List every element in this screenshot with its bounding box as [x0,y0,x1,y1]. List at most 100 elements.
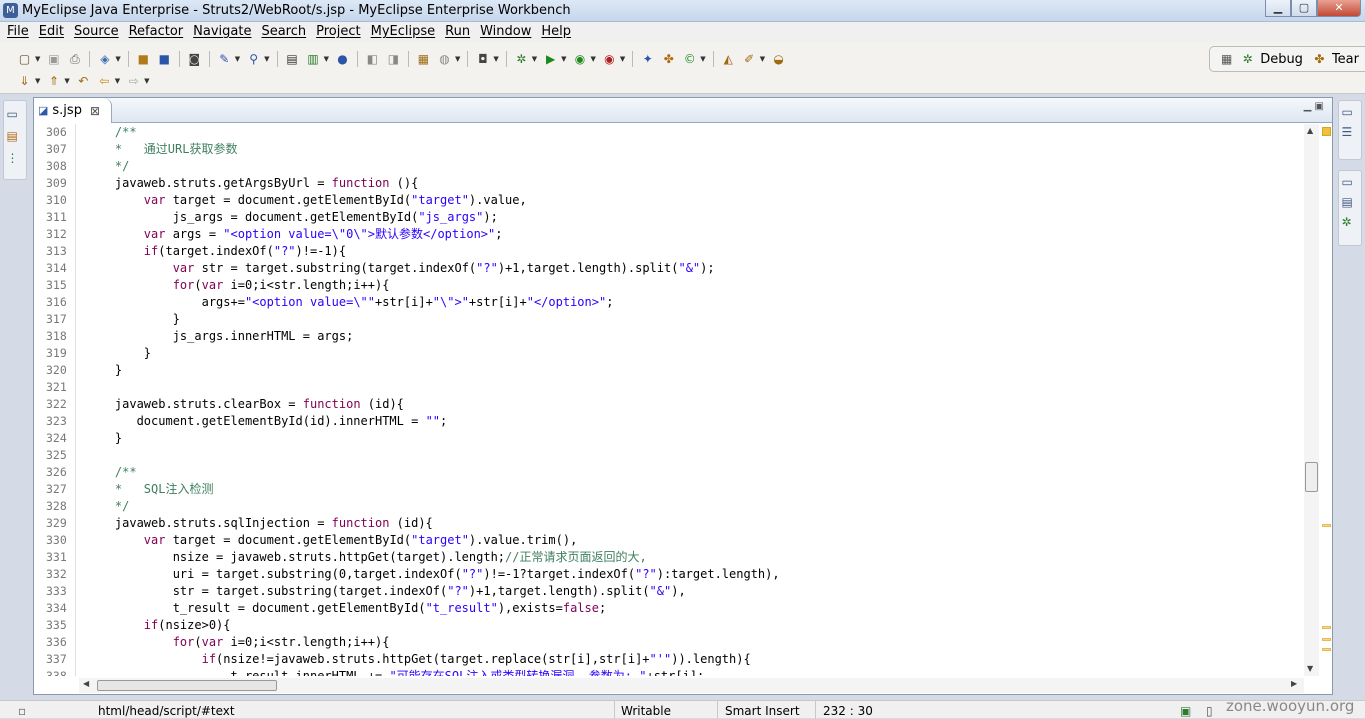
code-token: "?" [447,584,469,598]
menu-edit[interactable]: Edit [34,22,69,42]
menu-myeclipse[interactable]: MyEclipse [366,22,441,42]
globe-dropdown-icon[interactable]: ▼ [455,55,460,63]
new-wizard-icon[interactable]: ◈ [96,51,113,67]
open-perspective-icon[interactable]: ▦ [1218,51,1235,67]
progress-icon[interactable]: ▣ [1180,704,1191,718]
toolbar-separator [276,51,278,67]
package-icon[interactable]: ■ [135,51,152,67]
database-icon[interactable]: ▤ [284,51,301,67]
occurrence-marker[interactable] [1322,524,1331,527]
overview-summary-marker[interactable] [1322,127,1331,136]
menu-help[interactable]: Help [536,22,576,42]
maximize-view-icon[interactable]: ▣ [1315,101,1324,112]
overview-ruler[interactable] [1320,124,1332,676]
scroll-right-icon[interactable]: ▶ [1291,679,1297,688]
outline-icon[interactable]: ☰ [1342,125,1359,141]
menu-navigate[interactable]: Navigate [188,22,256,42]
run-last-dropdown-icon[interactable]: ▼ [591,55,596,63]
open-task-dropdown-icon[interactable]: ▼ [760,55,765,63]
open-type-icon[interactable]: ◭ [720,51,737,67]
run-dropdown-icon[interactable]: ▼ [561,55,566,63]
report-icon[interactable]: ◨ [385,51,402,67]
menu-source[interactable]: Source [69,22,124,42]
prev-annotation-dropdown-icon[interactable]: ▼ [64,77,69,85]
run-server-dropdown-icon[interactable]: ▼ [235,55,240,63]
occurrence-marker[interactable] [1322,648,1331,651]
code-editor[interactable]: 306 /** 307 * 通过URL获取参数 308 */309 javaweb.… [34,124,1304,676]
next-annotation-icon[interactable]: ⇓ [16,73,33,89]
back-icon[interactable]: ⇦ [96,73,113,89]
new-java-project-icon[interactable]: ✦ [639,51,656,67]
debug-dropdown-icon[interactable]: ▼ [532,55,537,63]
occurrence-marker[interactable] [1322,626,1331,629]
team-perspective-label[interactable]: Tear [1332,52,1359,67]
web-browser-icon[interactable]: ● [334,51,351,67]
debug-perspective-label[interactable]: Debug [1260,52,1303,67]
menu-file[interactable]: File [2,22,34,42]
run-server-icon[interactable]: ✎ [216,51,233,67]
restore-icon[interactable]: ▭ [7,107,24,123]
deploy-icon[interactable]: ■ [156,51,173,67]
menu-project[interactable]: Project [311,22,365,42]
horizontal-scroll-thumb[interactable] [97,680,277,691]
save-icon[interactable]: ▣ [45,51,62,67]
fast-view-icon[interactable]: ▫ [18,704,26,718]
minimize-button[interactable]: ▁ [1265,0,1291,17]
close-tab-icon[interactable]: ⊠ [90,104,100,118]
open-folder-icon[interactable]: ◒ [770,51,787,67]
package-explorer-icon[interactable]: ▤ [7,129,24,145]
last-edit-icon[interactable]: ↶ [75,73,92,89]
external-tools-icon[interactable]: ◉ [601,51,618,67]
vertical-scrollbar[interactable]: ▲ ▼ [1304,124,1319,676]
horizontal-scrollbar[interactable]: ◀ ▶ [79,678,1304,693]
scroll-left-icon[interactable]: ◀ [83,679,89,688]
db-explorer-dropdown-icon[interactable]: ▼ [324,55,329,63]
vertical-scroll-thumb[interactable] [1305,462,1318,492]
camera-dropdown-icon[interactable]: ▼ [493,55,498,63]
menu-window[interactable]: Window [475,22,536,42]
menu-refactor[interactable]: Refactor [124,22,189,42]
close-button[interactable]: ✕ [1317,0,1361,17]
new-class-icon[interactable]: © [681,51,698,67]
camera-icon[interactable]: ◘ [474,51,491,67]
open-task-icon[interactable]: ✐ [741,51,758,67]
prev-annotation-icon[interactable]: ⇑ [45,73,62,89]
new-dropdown-icon[interactable]: ▼ [35,55,40,63]
globe-icon[interactable]: ◍ [436,51,453,67]
open-browser-dropdown-icon[interactable]: ▼ [264,55,269,63]
scroll-down-icon[interactable]: ▼ [1307,664,1313,673]
occurrence-marker[interactable] [1322,638,1331,641]
external-tools-dropdown-icon[interactable]: ▼ [620,55,625,63]
scroll-up-icon[interactable]: ▲ [1307,126,1313,135]
code-token: ),exists= [497,601,563,615]
menu-search[interactable]: Search [256,22,311,42]
minimize-view-icon[interactable]: ▁ [1304,101,1312,112]
debug-icon[interactable]: ✲ [513,51,530,67]
run-last-icon[interactable]: ◉ [572,51,589,67]
open-browser-icon[interactable]: ⚲ [245,51,262,67]
new-icon[interactable]: ▢ [16,51,33,67]
server-icon[interactable]: ◙ [186,51,203,67]
new-package-icon[interactable]: ✤ [660,51,677,67]
next-annotation-dropdown-icon[interactable]: ▼ [35,77,40,85]
new-wizard-dropdown-icon[interactable]: ▼ [115,55,120,63]
back-dropdown-icon[interactable]: ▼ [115,77,120,85]
tab-s-jsp[interactable]: ◪ s.jsp ⊠ [34,98,112,123]
new-class-dropdown-icon[interactable]: ▼ [700,55,705,63]
code-token: ).value, [468,193,527,207]
restore-icon[interactable]: ▭ [1342,105,1359,121]
maximize-button[interactable]: ▢ [1291,0,1317,17]
servers-icon[interactable]: ✲ [1342,215,1359,231]
forward-dropdown-icon[interactable]: ▼ [144,77,149,85]
restore-icon[interactable]: ▭ [1342,175,1359,191]
heap-status-icon[interactable]: ▯ [1206,704,1213,718]
image-editor-icon[interactable]: ▦ [415,51,432,67]
print-icon[interactable]: ⎙ [66,51,83,67]
db-explorer-icon[interactable]: ▥ [305,51,322,67]
hierarchy-icon[interactable]: ⋮ [7,151,24,167]
forward-icon[interactable]: ⇨ [125,73,142,89]
console-icon[interactable]: ▤ [1342,195,1359,211]
run-icon[interactable]: ▶ [542,51,559,67]
menu-run[interactable]: Run [440,22,475,42]
uml-icon[interactable]: ◧ [364,51,381,67]
